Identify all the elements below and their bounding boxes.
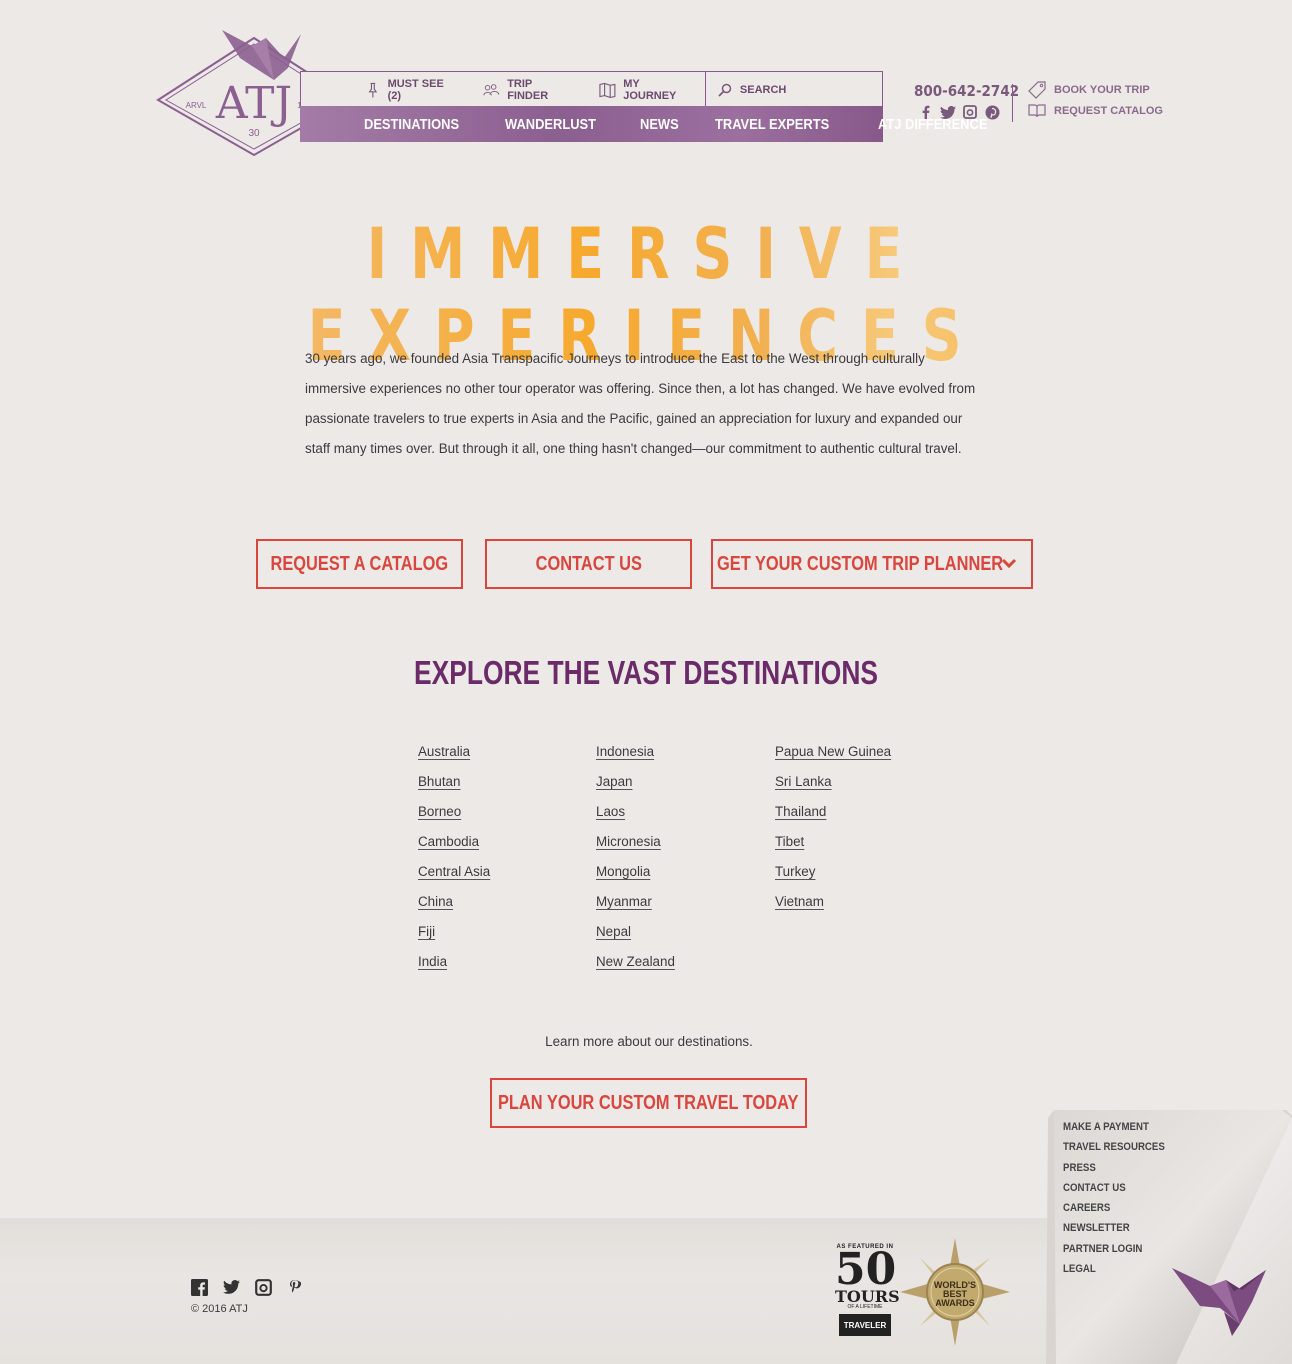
map-icon xyxy=(599,82,616,98)
book-icon xyxy=(1028,104,1046,118)
footer-link-careers[interactable]: CAREERS xyxy=(1063,1202,1165,1222)
request-catalog-button[interactable]: REQUEST A CATALOG xyxy=(256,539,463,589)
footer-links: MAKE A PAYMENT TRAVEL RESOURCES PRESS CO… xyxy=(1063,1121,1179,1283)
50-tours-award-badge: AS FEATURED IN 50 TOURS OF A LIFETIME TR… xyxy=(835,1244,900,1340)
destination-link[interactable]: Mongolia xyxy=(596,864,675,894)
phone-number[interactable]: 800-642-2742 xyxy=(914,82,1019,100)
must-see-link[interactable]: MUST SEE (2) xyxy=(350,72,470,107)
destinations-column-1: Australia Bhutan Borneo Cambodia Central… xyxy=(418,744,490,984)
award-50-tours: TOURS xyxy=(835,1287,900,1306)
award-wba-line3: AWARDS xyxy=(935,1298,975,1308)
main-nav: DESTINATIONS WANDERLUST NEWS TRAVEL EXPE… xyxy=(300,106,988,142)
destination-link[interactable]: Indonesia xyxy=(596,744,675,774)
destination-link[interactable]: Fiji xyxy=(418,924,490,954)
plan-custom-travel-label: PLAN YOUR CUSTOM TRAVEL TODAY xyxy=(498,1091,799,1114)
learn-more-text: Learn more about our destinations. xyxy=(545,1034,753,1049)
destinations-heading-text: EXPLORE THE VAST DESTINATIONS xyxy=(414,654,878,691)
destination-link[interactable]: Borneo xyxy=(418,804,490,834)
destination-link[interactable]: Micronesia xyxy=(596,834,675,864)
footer-link-newsletter[interactable]: NEWSLETTER xyxy=(1063,1222,1165,1242)
custom-trip-planner-label: GET YOUR CUSTOM TRIP PLANNER xyxy=(717,552,1004,575)
nav-news[interactable]: NEWS xyxy=(640,116,692,133)
nav-travel-experts[interactable]: TRAVEL EXPERTS xyxy=(715,116,843,133)
must-see-label: MUST SEE (2) xyxy=(387,77,444,102)
instagram-icon[interactable] xyxy=(962,104,978,120)
footer-link-partner-login[interactable]: PARTNER LOGIN xyxy=(1063,1243,1165,1263)
logo-left: ARVL xyxy=(186,101,207,110)
destination-link[interactable]: Vietnam xyxy=(775,894,891,924)
contact-us-button[interactable]: CONTACT US xyxy=(485,539,692,589)
plan-custom-travel-button[interactable]: PLAN YOUR CUSTOM TRAVEL TODAY xyxy=(490,1078,807,1128)
destination-link[interactable]: India xyxy=(418,954,490,984)
search-input[interactable] xyxy=(739,83,880,96)
facebook-icon[interactable] xyxy=(918,104,934,120)
request-catalog-link[interactable]: REQUEST CATALOG xyxy=(1028,104,1163,118)
logo-badge: 30 xyxy=(248,128,260,139)
pin-icon xyxy=(368,82,377,97)
search-box[interactable] xyxy=(704,72,882,107)
my-journey-link[interactable]: MY JOURNEY xyxy=(585,72,704,107)
destination-link[interactable]: Myanmar xyxy=(596,894,675,924)
destination-link[interactable]: China xyxy=(418,894,490,924)
crane-logo-icon xyxy=(1172,1268,1266,1336)
destinations-column-2: Indonesia Japan Laos Micronesia Mongolia… xyxy=(596,744,675,984)
footer-link-press[interactable]: PRESS xyxy=(1063,1162,1165,1182)
pinterest-icon[interactable] xyxy=(984,104,1000,120)
copyright: © 2016 ATJ xyxy=(191,1303,248,1315)
custom-trip-planner-button[interactable]: GET YOUR CUSTOM TRIP PLANNER xyxy=(711,539,1033,589)
destination-link[interactable]: Turkey xyxy=(775,864,891,894)
trip-finder-label: TRIP FINDER xyxy=(507,77,549,102)
book-your-trip-label: BOOK YOUR TRIP xyxy=(1054,84,1150,96)
book-your-trip-link[interactable]: BOOK YOUR TRIP xyxy=(1028,81,1150,99)
destination-link[interactable]: Japan xyxy=(596,774,675,804)
destination-link[interactable]: Tibet xyxy=(775,834,891,864)
people-icon xyxy=(483,83,500,96)
destinations-column-3: Papua New Guinea Sri Lanka Thailand Tibe… xyxy=(775,744,891,924)
destination-link[interactable]: New Zealand xyxy=(596,954,675,984)
logo-letters: ATJ xyxy=(215,78,292,129)
award-50-number: 50 xyxy=(835,1244,897,1295)
award-50-brand: TRAVELER xyxy=(839,1314,891,1336)
chevron-down-icon xyxy=(1001,558,1017,569)
nav-wanderlust[interactable]: WANDERLUST xyxy=(505,116,610,133)
footer-link-make-payment[interactable]: MAKE A PAYMENT xyxy=(1063,1121,1165,1141)
tag-icon xyxy=(1028,81,1046,99)
footer-link-travel-resources[interactable]: TRAVEL RESOURCES xyxy=(1063,1141,1165,1161)
facebook-icon[interactable] xyxy=(190,1278,208,1296)
header-social-links xyxy=(918,104,1000,120)
destination-link[interactable]: Nepal xyxy=(596,924,675,954)
pinterest-icon[interactable] xyxy=(286,1278,304,1296)
destination-link[interactable]: Thailand xyxy=(775,804,891,834)
footer-link-contact-us[interactable]: CONTACT US xyxy=(1063,1182,1165,1202)
destination-link[interactable]: Cambodia xyxy=(418,834,490,864)
trip-finder-link[interactable]: TRIP FINDER xyxy=(469,72,585,107)
intro-paragraph: 30 years ago, we founded Asia Transpacif… xyxy=(305,351,976,456)
destination-link[interactable]: Australia xyxy=(418,744,490,774)
instagram-icon[interactable] xyxy=(254,1278,272,1296)
contact-us-button-label: CONTACT US xyxy=(535,552,642,575)
nav-destinations[interactable]: DESTINATIONS xyxy=(364,116,473,133)
destination-link[interactable]: Papua New Guinea xyxy=(775,744,891,774)
search-icon xyxy=(718,83,732,97)
destination-link[interactable]: Central Asia xyxy=(418,864,490,894)
request-catalog-label: REQUEST CATALOG xyxy=(1054,105,1163,117)
destination-link[interactable]: Laos xyxy=(596,804,675,834)
destinations-heading: EXPLORE THE VAST DESTINATIONS xyxy=(0,654,1292,692)
utility-nav: MUST SEE (2) TRIP FINDER MY JOURNEY xyxy=(300,71,883,107)
header-divider xyxy=(1012,84,1013,122)
destination-link[interactable]: Bhutan xyxy=(418,774,490,804)
destination-link[interactable]: Sri Lanka xyxy=(775,774,891,804)
my-journey-label: MY JOURNEY xyxy=(623,77,677,102)
footer-link-legal[interactable]: LEGAL xyxy=(1063,1263,1165,1283)
twitter-icon[interactable] xyxy=(222,1278,240,1296)
twitter-icon[interactable] xyxy=(940,104,956,120)
footer-social-links xyxy=(190,1278,304,1296)
worlds-best-awards-badge: WORLD'S BEST AWARDS xyxy=(900,1238,1010,1346)
request-catalog-button-label: REQUEST A CATALOG xyxy=(270,552,449,575)
